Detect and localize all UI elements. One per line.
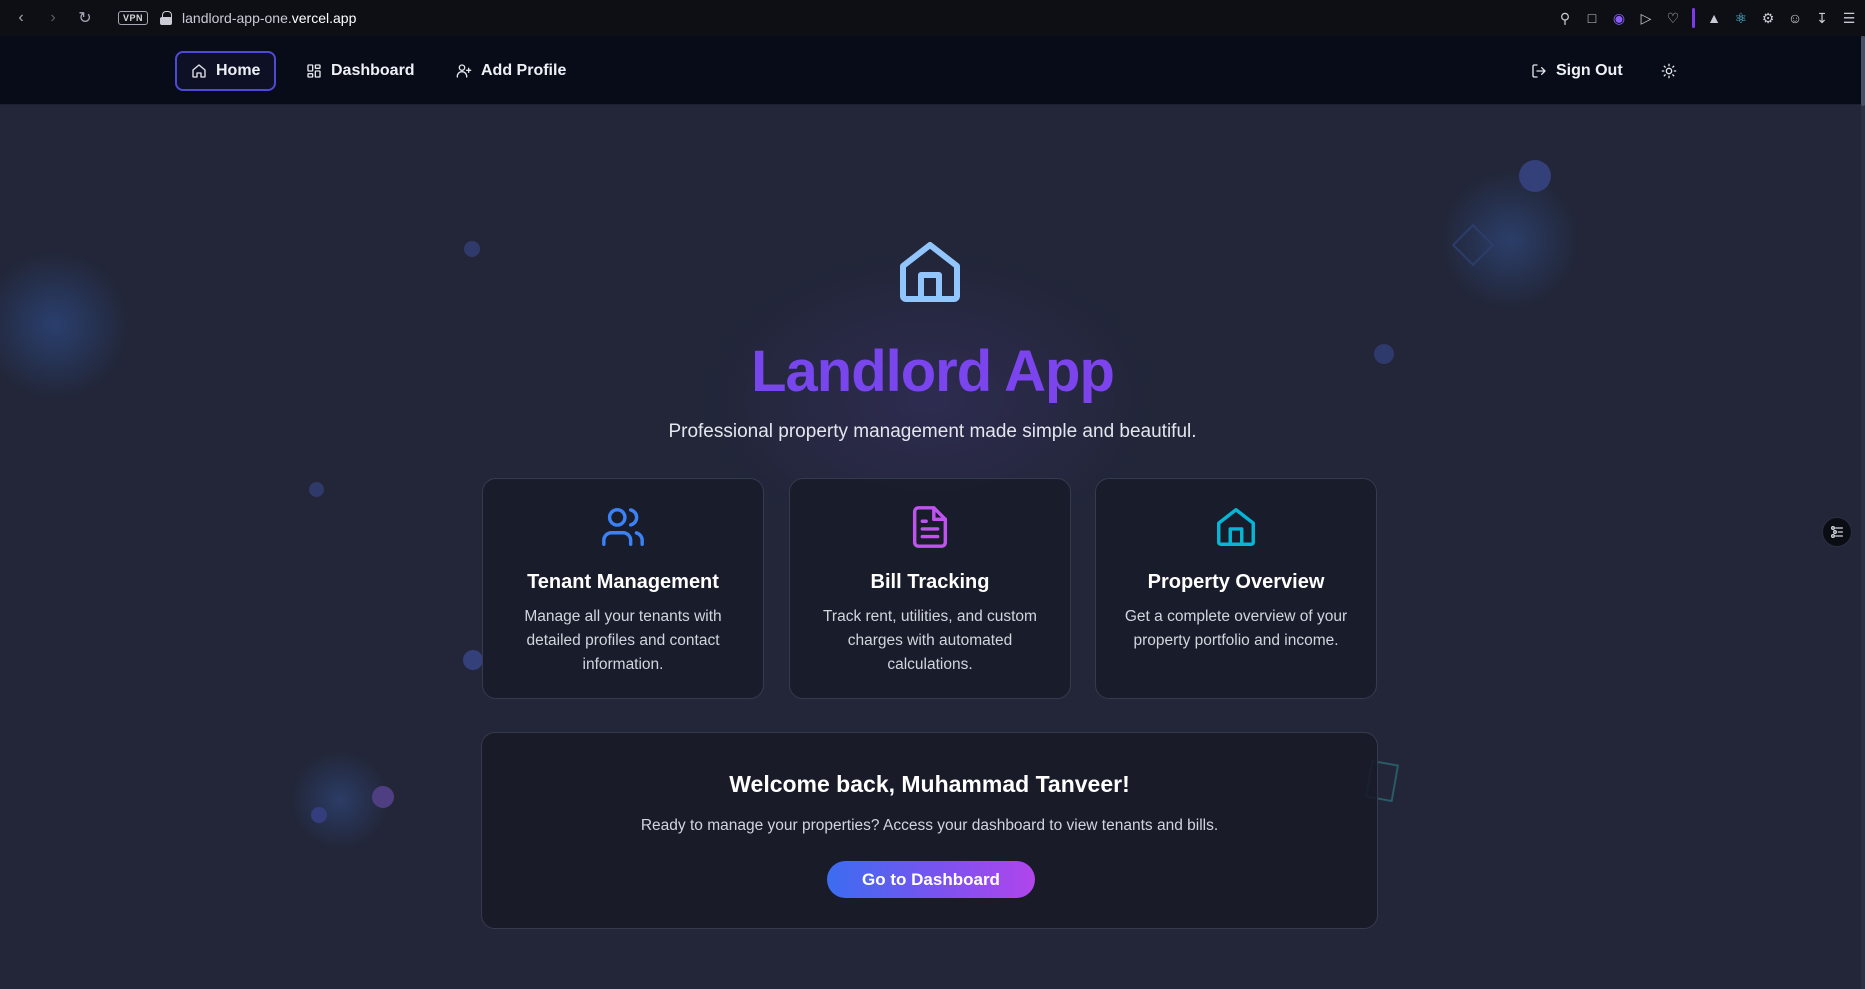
feature-card-bill-tracking: Bill Tracking Track rent, utilities, and…: [789, 478, 1071, 699]
profile-icon[interactable]: ☺: [1787, 10, 1803, 26]
list-settings-icon: [1831, 526, 1843, 538]
house-icon: [900, 242, 960, 302]
feature-icon-wrap: [483, 504, 763, 552]
background-dot: [311, 807, 327, 823]
feature-title: Property Overview: [1147, 571, 1325, 593]
nav-dashboard[interactable]: Dashboard: [292, 51, 429, 91]
address-bar[interactable]: landlord-app-one.vercel.app: [182, 10, 356, 26]
background-dot: [309, 482, 324, 497]
shield-icon[interactable]: ◉: [1611, 10, 1627, 27]
background-dot: [372, 786, 394, 808]
url-prefix: landlord-app-one.: [182, 10, 292, 26]
page-title: Landlord App: [0, 338, 1865, 405]
welcome-text: Ready to manage your properties? Access …: [640, 817, 1219, 834]
toolbar-separator: [1692, 8, 1695, 28]
feature-description: Get a complete overview of your property…: [1124, 608, 1348, 649]
feature-icon-wrap: [1096, 504, 1376, 552]
floating-menu-button[interactable]: [1822, 517, 1852, 547]
background-dot: [464, 241, 480, 257]
extensions-icon[interactable]: ⚙: [1760, 10, 1776, 27]
feature-title: Tenant Management: [527, 571, 719, 593]
vpn-badge[interactable]: VPN: [118, 11, 149, 25]
page-scrollbar[interactable]: [1861, 36, 1865, 989]
feature-description: Track rent, utilities, and custom charge…: [823, 608, 1037, 673]
menu-icon[interactable]: ☰: [1841, 10, 1857, 27]
home-icon: [192, 64, 206, 78]
feature-icon-wrap: [790, 504, 1070, 552]
triangle-icon[interactable]: ▲: [1706, 10, 1722, 26]
users-icon: [602, 508, 644, 546]
heart-icon[interactable]: ♡: [1665, 10, 1681, 27]
sign-out-button[interactable]: Sign Out: [1517, 51, 1637, 91]
grid-icon: [307, 64, 321, 78]
go-to-dashboard-button[interactable]: Go to Dashboard: [827, 861, 1035, 898]
welcome-panel: Welcome back, Muhammad Tanveer! Ready to…: [481, 732, 1378, 929]
nav-add-profile-label: Add Profile: [481, 62, 567, 79]
feature-title: Bill Tracking: [870, 571, 990, 593]
nav-dashboard-label: Dashboard: [331, 62, 415, 79]
browser-toolbar: ‹ › ↻ VPN landlord-app-one.vercel.app ⚲ …: [0, 0, 1865, 36]
download-icon[interactable]: ↧: [1814, 10, 1830, 27]
background-dot: [1519, 160, 1551, 192]
nav-home[interactable]: Home: [175, 51, 277, 91]
browser-nav-buttons: ‹ › ↻: [0, 8, 94, 28]
nav-add-profile[interactable]: Add Profile: [442, 51, 580, 91]
browser-extensions: ⚲ □ ◉ ▷ ♡ ▲ ⚛ ⚙ ☺ ↧ ☰: [1557, 0, 1857, 36]
log-out-icon: [1532, 64, 1546, 78]
sun-icon: [1661, 63, 1677, 79]
screenshot-icon[interactable]: □: [1584, 10, 1600, 26]
welcome-title: Welcome back, Muhammad Tanveer!: [729, 771, 1130, 797]
url-host: vercel.app: [291, 10, 357, 26]
feature-card-tenant-management: Tenant Management Manage all your tenant…: [482, 478, 764, 699]
back-icon[interactable]: ‹: [12, 9, 30, 27]
forward-icon[interactable]: ›: [44, 9, 62, 27]
house-icon: [1217, 508, 1255, 546]
nav-home-label: Home: [216, 62, 261, 79]
file-text-icon: [912, 506, 948, 548]
feature-card-property-overview: Property Overview Get a complete overvie…: [1095, 478, 1377, 699]
sign-out-label: Sign Out: [1556, 62, 1623, 79]
play-icon[interactable]: ▷: [1638, 10, 1654, 27]
app-navbar: Home Dashboard Add Profile Sign Out: [0, 36, 1865, 105]
pin-icon[interactable]: ⚲: [1557, 10, 1573, 27]
user-plus-icon: [456, 64, 472, 78]
feature-description: Manage all your tenants with detailed pr…: [524, 608, 722, 673]
reload-icon[interactable]: ↻: [76, 8, 94, 28]
background-dot: [463, 650, 483, 670]
react-icon[interactable]: ⚛: [1733, 10, 1749, 27]
lock-icon[interactable]: [160, 11, 173, 25]
scrollbar-thumb[interactable]: [1861, 36, 1865, 106]
page-subtitle: Professional property management made si…: [668, 421, 1197, 442]
theme-toggle-button[interactable]: [1647, 51, 1691, 91]
